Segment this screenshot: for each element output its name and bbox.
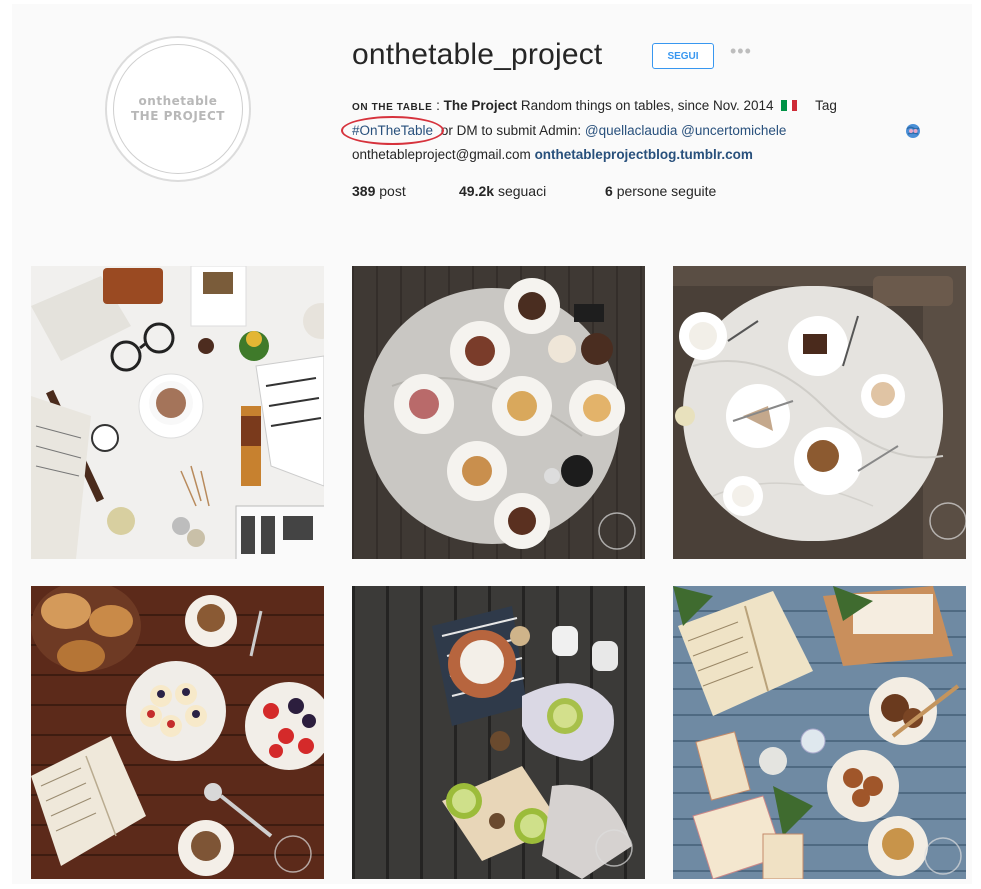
mention-link-1[interactable]: @quellaclaudia [585,123,678,138]
hashtag-highlight: #OnTheTable [341,116,445,145]
avatar-logo-line1: onthetable [138,94,218,108]
profile-username: onthetable_project [352,38,603,71]
ellipsis-icon[interactable]: ••• [730,42,756,64]
follow-button[interactable]: SEGUI [652,43,714,69]
avatar[interactable]: onthetable THE PROJECT [105,36,251,182]
bio-text-1: Random things on tables, since Nov. 2014 [517,98,774,113]
post-thumbnail-1[interactable] [31,266,324,559]
bio-title: The Project [443,98,518,113]
bio-email: onthetableproject@gmail.com [352,147,531,162]
post-image-round-table [352,266,645,559]
bio-tag-label: Tag [815,98,837,113]
post-thumbnail-6[interactable] [673,586,966,879]
post-image-blue-table-cookies [673,586,966,879]
post-thumbnail-4[interactable] [31,586,324,879]
following-label: persone seguite [616,183,717,199]
website-link[interactable]: onthetableprojectblog.tumblr.com [535,147,753,162]
post-image-pastries [31,586,324,879]
followers-label: seguaci [497,183,547,199]
avatar-logo-line2: THE PROJECT [131,109,225,123]
mention-link-2[interactable]: @uncertomichele [681,123,786,138]
post-thumbnail-2[interactable] [352,266,645,559]
bio-name: ON THE TABLE [352,102,433,113]
posts-label: post [379,183,406,199]
hashtag-link[interactable]: #OnTheTable [352,123,433,138]
bio-line-1: ON THE TABLE : The Project Random things… [352,98,837,113]
post-image-flatlay-coffee [31,266,324,559]
stat-posts: 389 post [352,183,406,199]
bio-line-2: #OnTheTable or DM to submit Admin: @quel… [341,116,786,145]
stat-following[interactable]: 6 persone seguite [605,183,716,199]
post-image-oval-table [673,266,966,559]
bio-line-3: onthetableproject@gmail.com onthetablepr… [352,147,753,162]
italy-flag-icon [781,100,798,111]
post-thumbnail-3[interactable] [673,266,966,559]
following-count: 6 [605,183,613,199]
followers-count: 49.2k [459,183,495,199]
posts-count: 389 [352,183,376,199]
post-thumbnail-5[interactable] [352,586,645,879]
stat-followers[interactable]: 49.2k seguaci [459,183,546,199]
bio-text-2: or DM to submit Admin: [437,123,585,138]
globe-people-icon [904,123,922,139]
avatar-logo: onthetable THE PROJECT [113,44,243,174]
bio-separator: : [432,98,444,113]
post-image-limes [352,586,645,879]
